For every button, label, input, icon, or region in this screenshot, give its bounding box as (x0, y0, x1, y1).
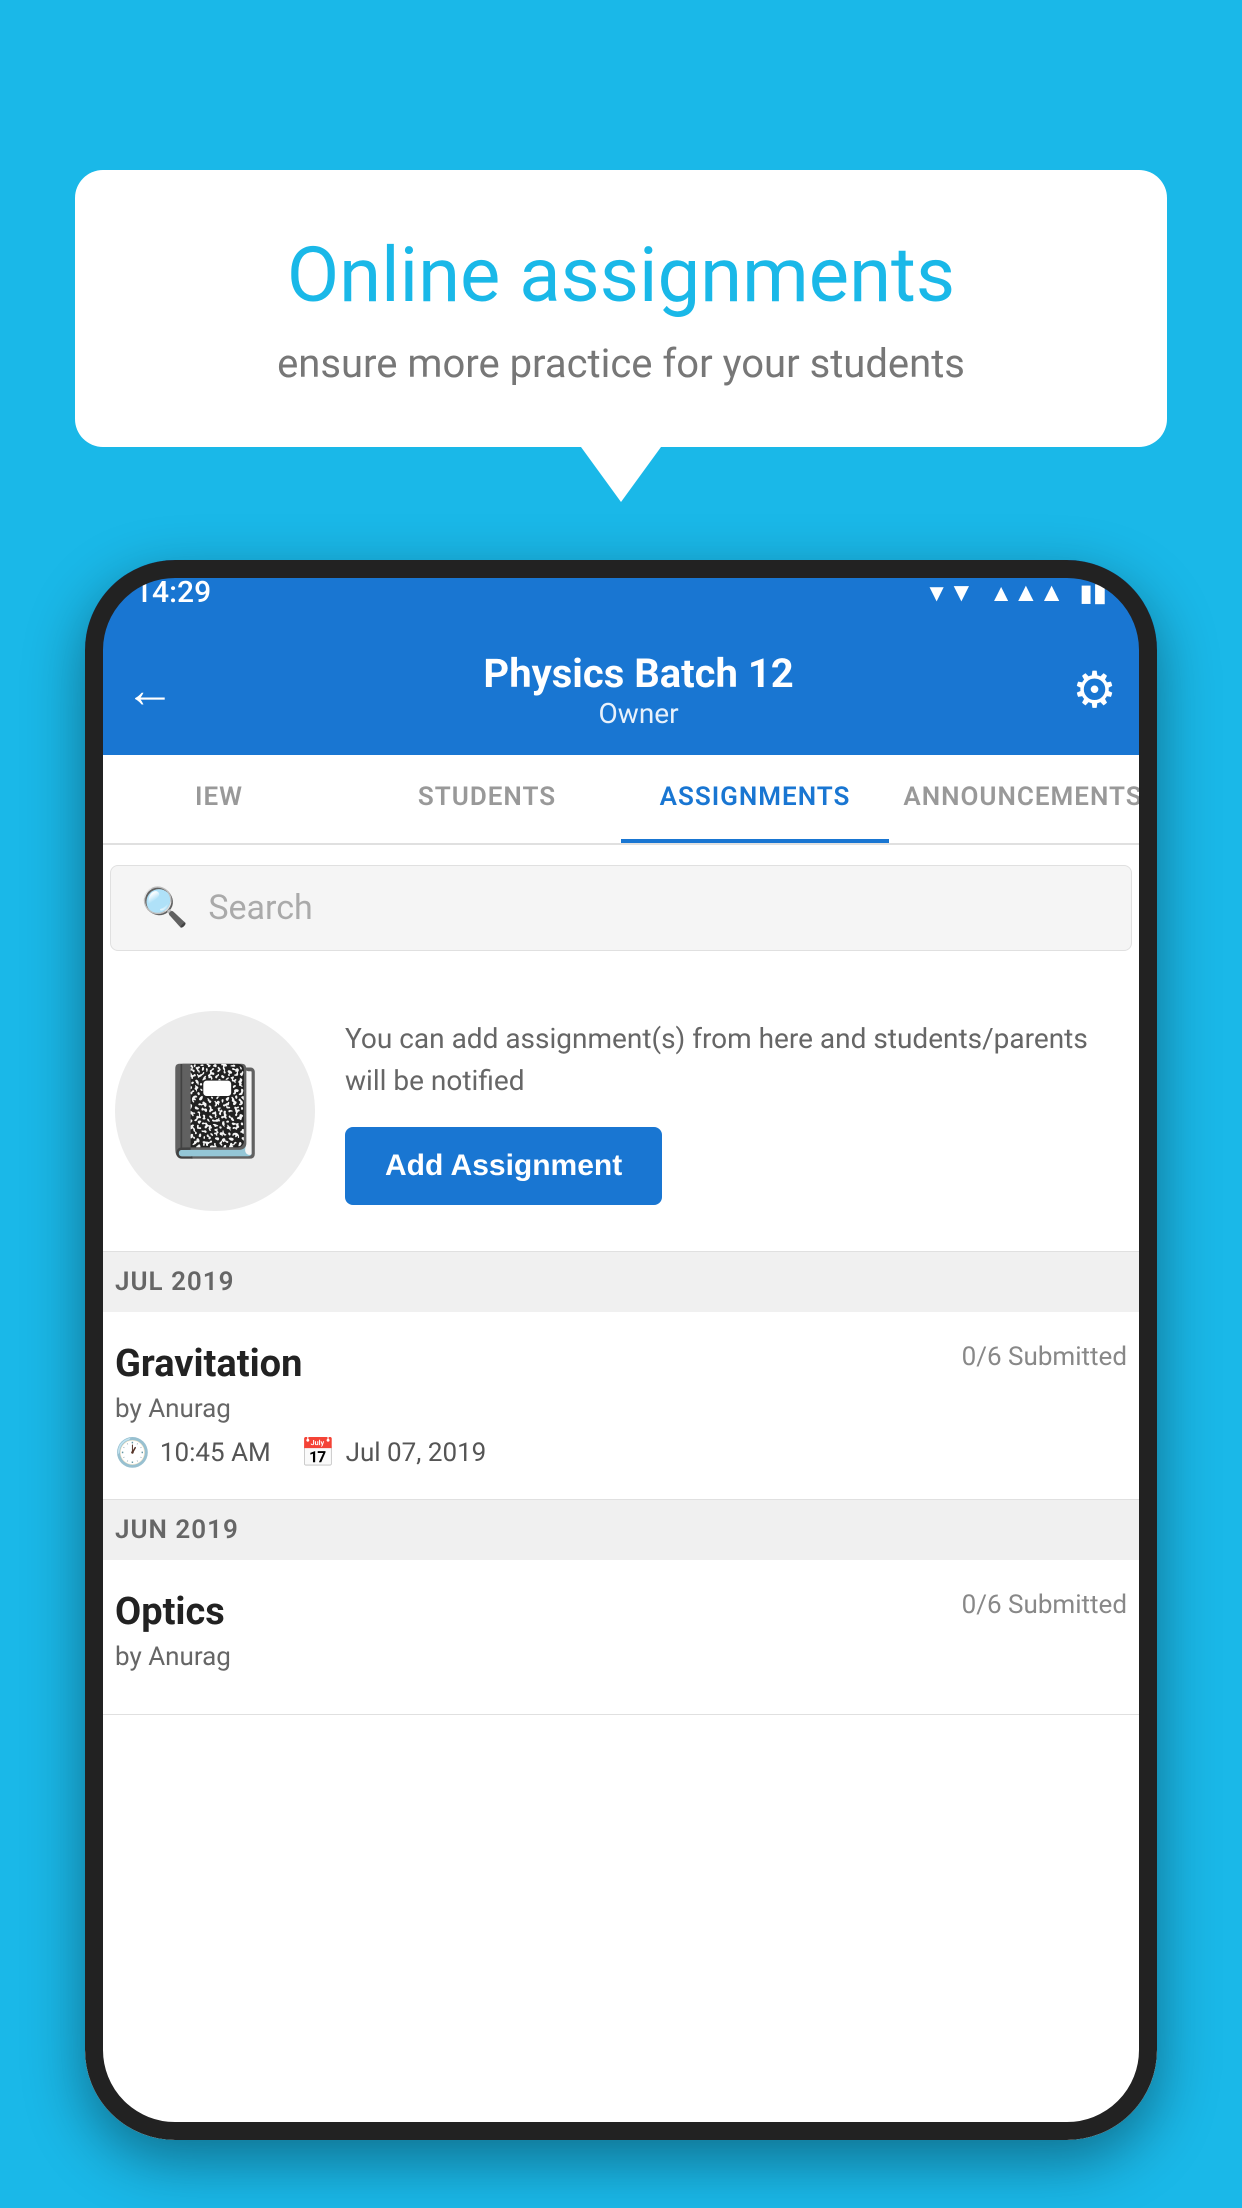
assignment-time: 10:45 AM (160, 1438, 271, 1468)
assignment-meta: 🕐 10:45 AM 📅 Jul 07, 2019 (115, 1436, 1127, 1469)
meta-date: 📅 Jul 07, 2019 (301, 1436, 487, 1469)
add-assignment-button[interactable]: Add Assignment (345, 1127, 662, 1205)
signal-icon: ▲▲ (989, 577, 1064, 608)
phone-container: 14:29 ▼ ▲▲ ▮ ← Physics Batch 12 Owner ⚙ … (85, 560, 1157, 2208)
assignment-header-row-optics: Optics 0/6 Submitted (115, 1590, 1127, 1634)
back-button[interactable]: ← (125, 661, 175, 720)
tab-announcements[interactable]: ANNOUNCEMENTS (889, 755, 1157, 843)
app-bar-title-block: Physics Batch 12 Owner (205, 650, 1072, 730)
app-bar-subtitle: Owner (205, 697, 1072, 730)
empty-icon-circle: 📓 (115, 1011, 315, 1211)
assignment-item-optics[interactable]: Optics 0/6 Submitted by Anurag (85, 1560, 1157, 1715)
meta-time: 🕐 10:45 AM (115, 1436, 271, 1469)
battery-icon: ▮ (1079, 578, 1107, 608)
tab-iew[interactable]: IEW (85, 755, 353, 843)
status-icons: ▼ ▲▲ ▮ (925, 577, 1107, 608)
speech-bubble: Online assignments ensure more practice … (75, 170, 1167, 447)
speech-bubble-title: Online assignments (145, 230, 1097, 320)
app-bar: ← Physics Batch 12 Owner ⚙ (85, 625, 1157, 755)
assignment-title-optics: Optics (115, 1590, 225, 1634)
content-area: 🔍 Search 📓 You can add assignment(s) fro… (85, 845, 1157, 2140)
assignment-title: Gravitation (115, 1342, 302, 1386)
assignment-by: by Anurag (115, 1394, 1127, 1424)
assignment-header-row: Gravitation 0/6 Submitted (115, 1342, 1127, 1386)
status-bar: 14:29 ▼ ▲▲ ▮ (85, 560, 1157, 625)
status-time: 14:29 (135, 575, 211, 610)
search-placeholder: Search (208, 888, 312, 928)
clock-icon: 🕐 (115, 1436, 150, 1469)
section-header-jun: JUN 2019 (85, 1500, 1157, 1560)
notebook-icon: 📓 (159, 1059, 271, 1164)
calendar-icon: 📅 (301, 1436, 336, 1469)
speech-bubble-container: Online assignments ensure more practice … (75, 170, 1167, 502)
search-icon: 🔍 (141, 886, 188, 930)
speech-bubble-arrow (581, 447, 661, 502)
assignment-submitted: 0/6 Submitted (962, 1342, 1127, 1372)
assignment-by-optics: by Anurag (115, 1642, 1127, 1672)
settings-icon[interactable]: ⚙ (1072, 661, 1117, 720)
phone-frame: 14:29 ▼ ▲▲ ▮ ← Physics Batch 12 Owner ⚙ … (85, 560, 1157, 2140)
wifi-icon: ▼ (925, 577, 975, 608)
speech-bubble-subtitle: ensure more practice for your students (145, 340, 1097, 387)
section-header-jul: JUL 2019 (85, 1252, 1157, 1312)
tab-assignments[interactable]: ASSIGNMENTS (621, 755, 889, 843)
tab-students[interactable]: STUDENTS (353, 755, 621, 843)
assignment-submitted-optics: 0/6 Submitted (962, 1590, 1127, 1620)
app-bar-title: Physics Batch 12 (205, 650, 1072, 697)
assignment-item-gravitation[interactable]: Gravitation 0/6 Submitted by Anurag 🕐 10… (85, 1312, 1157, 1500)
empty-text-block: You can add assignment(s) from here and … (345, 1018, 1127, 1205)
tabs-bar: IEW STUDENTS ASSIGNMENTS ANNOUNCEMENTS (85, 755, 1157, 845)
empty-state: 📓 You can add assignment(s) from here an… (85, 971, 1157, 1252)
search-bar[interactable]: 🔍 Search (110, 865, 1132, 951)
empty-description: You can add assignment(s) from here and … (345, 1018, 1127, 1102)
search-bar-container: 🔍 Search (85, 845, 1157, 971)
assignment-date: Jul 07, 2019 (346, 1438, 487, 1468)
